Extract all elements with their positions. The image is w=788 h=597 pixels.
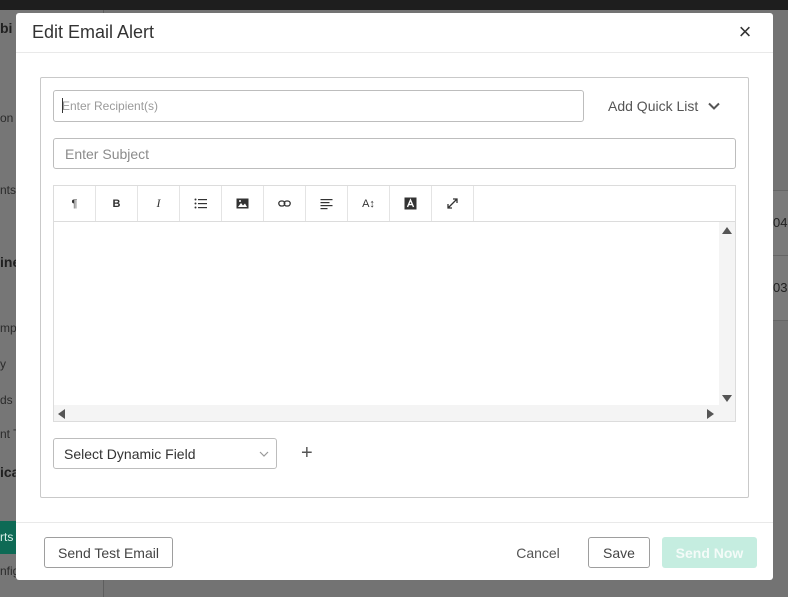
italic-button[interactable]: I xyxy=(138,186,180,221)
scroll-left-icon[interactable] xyxy=(58,409,65,419)
horizontal-scrollbar[interactable] xyxy=(54,405,735,421)
modal-header: Edit Email Alert × xyxy=(16,13,773,53)
modal-footer: Send Test Email Cancel Save Send Now xyxy=(16,522,773,580)
vertical-scrollbar[interactable] xyxy=(719,222,735,405)
add-dynamic-field-button[interactable]: + xyxy=(301,443,313,463)
scroll-right-icon[interactable] xyxy=(707,409,714,419)
sidebar-item-fragment: nts xyxy=(0,183,17,197)
link-icon xyxy=(278,200,291,207)
paragraph-icon: ¶ xyxy=(71,197,78,210)
fullscreen-button[interactable] xyxy=(432,186,474,221)
font-color-button[interactable] xyxy=(390,186,432,221)
sidebar-item-fragment: y xyxy=(0,357,6,371)
bold-button[interactable]: B xyxy=(96,186,138,221)
insert-link-button[interactable] xyxy=(264,186,306,221)
font-size-button[interactable]: A↕ xyxy=(348,186,390,221)
cancel-button[interactable]: Cancel xyxy=(504,537,572,568)
scroll-up-icon[interactable] xyxy=(722,227,732,234)
editor-toolbar: ¶ B I A↕ xyxy=(54,186,735,222)
sidebar-item-fragment: ds xyxy=(0,393,13,407)
align-icon xyxy=(320,199,333,210)
paragraph-button[interactable]: ¶ xyxy=(54,186,96,221)
add-quick-list-dropdown[interactable]: Add Quick List xyxy=(608,96,722,116)
chevron-down-icon xyxy=(259,451,269,457)
sidebar-active-label: rts xyxy=(0,530,14,544)
edit-email-alert-modal: Edit Email Alert × Add Quick List ¶ B I xyxy=(16,13,773,580)
rich-text-editor: ¶ B I A↕ xyxy=(53,185,736,422)
dynamic-field-value: Select Dynamic Field xyxy=(64,445,196,462)
align-button[interactable] xyxy=(306,186,348,221)
table-cell-fragment: 04 xyxy=(773,215,788,230)
table-cell-fragment: 03 xyxy=(773,280,788,295)
close-icon[interactable]: × xyxy=(737,21,753,43)
send-test-email-button[interactable]: Send Test Email xyxy=(44,537,173,568)
background-table-rows: 04 03 xyxy=(773,190,788,321)
subject-input[interactable] xyxy=(53,138,736,169)
scroll-down-icon[interactable] xyxy=(722,395,732,402)
recipient-input[interactable] xyxy=(53,90,584,122)
fullscreen-icon xyxy=(447,198,458,209)
image-icon xyxy=(236,198,249,209)
app-top-bar xyxy=(0,0,788,10)
dynamic-field-select[interactable]: Select Dynamic Field xyxy=(53,438,277,469)
email-form-panel: Add Quick List ¶ B I xyxy=(40,77,749,498)
send-now-button[interactable]: Send Now xyxy=(662,537,757,568)
modal-title: Edit Email Alert xyxy=(32,22,155,42)
chevron-down-icon xyxy=(708,102,720,110)
insert-image-button[interactable] xyxy=(222,186,264,221)
italic-icon: I xyxy=(156,196,161,210)
list-icon xyxy=(194,198,207,209)
bold-icon: B xyxy=(112,197,121,210)
font-size-icon: A↕ xyxy=(362,197,375,210)
editor-content-area[interactable] xyxy=(54,222,735,421)
sidebar-item-fragment: on xyxy=(0,111,14,125)
list-button[interactable] xyxy=(180,186,222,221)
save-button[interactable]: Save xyxy=(588,537,650,568)
font-color-icon xyxy=(404,197,417,210)
text-cursor xyxy=(62,98,63,113)
sidebar-active-item: rts xyxy=(0,521,16,554)
sidebar-brand-fragment: bi xyxy=(0,20,13,36)
add-quick-list-label: Add Quick List xyxy=(608,98,699,114)
